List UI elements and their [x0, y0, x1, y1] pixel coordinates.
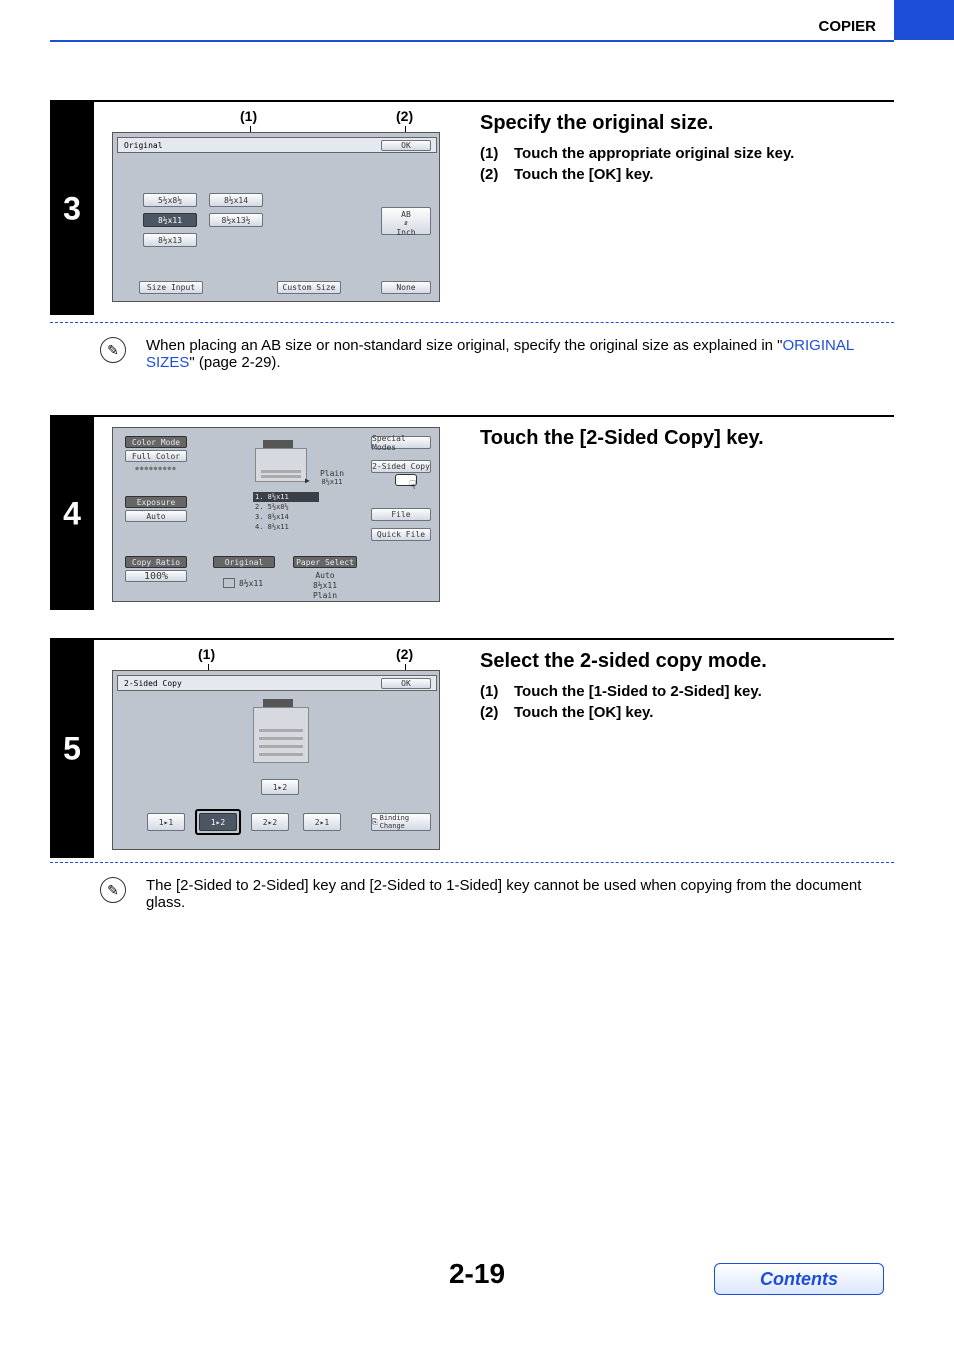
ab-label: AB	[382, 210, 430, 219]
note-text-5: The [2-Sided to 2-Sided] key and [2-Side…	[146, 877, 894, 911]
callout-2-label: (2)	[396, 108, 413, 124]
ab-button[interactable]: AB ⇵ Inch	[381, 207, 431, 235]
none-button[interactable]: None	[381, 281, 431, 294]
tray-1: 1. 8½x11	[253, 492, 319, 502]
instr-3-1-num: (1)	[480, 145, 502, 162]
cursor-finger-icon: ☟	[409, 478, 416, 492]
instr-5-1: Touch the [1-Sided to 2-Sided] key.	[514, 683, 762, 700]
color-dots: ●●●●●●●●●	[125, 464, 187, 472]
color-mode[interactable]: Color Mode	[125, 436, 187, 448]
size-input[interactable]: Size Input	[139, 281, 203, 294]
binding-change[interactable]: ⎘ Binding Change	[371, 813, 431, 831]
swap-icon: ⇵	[382, 219, 430, 228]
arrow-icon: ▶	[305, 476, 310, 485]
note-icon-5: ✎	[100, 877, 126, 903]
step5-note: ✎ The [2-Sided to 2-Sided] key and [2-Si…	[50, 862, 894, 911]
header-title: COPIER	[818, 18, 876, 35]
instr-3-1: Touch the appropriate original size key.	[514, 145, 794, 162]
step4-screen: Color Mode Full Color ●●●●●●●●● Exposure…	[112, 427, 440, 602]
original-btn[interactable]: Original	[213, 556, 275, 568]
mode-2-2[interactable]: 2▸2	[251, 813, 289, 831]
step5-instructions: Select the 2-sided copy mode. (1) Touch …	[480, 650, 894, 725]
binding-label: Binding Change	[380, 814, 430, 830]
ratio[interactable]: 100%	[125, 570, 187, 582]
step5-title: Select the 2-sided copy mode.	[480, 650, 894, 673]
tray-list: 1. 8½x11 2. 5½x8½ 3. 8½x14 4. 8½x11	[253, 492, 319, 532]
callout-1-label: (1)	[240, 108, 257, 124]
step3-instructions: Specify the original size. (1) Touch the…	[480, 112, 894, 187]
contents-button[interactable]: Contents	[714, 1263, 884, 1295]
printer-icon	[255, 440, 307, 486]
step4-instructions: Touch the [2-Sided Copy] key.	[480, 427, 894, 460]
special-modes[interactable]: Special Modes	[371, 436, 431, 449]
original-size: 8½x11	[239, 578, 279, 588]
instr-5-2-num: (2)	[480, 704, 502, 721]
paper-select[interactable]: Paper Select	[293, 556, 357, 568]
step-3-number: 3	[50, 190, 94, 227]
two-sided-copy[interactable]: 2-Sided Copy	[371, 460, 431, 473]
printer-icon-5	[253, 699, 309, 767]
exposure[interactable]: Exposure	[125, 496, 187, 508]
ok-button[interactable]: OK	[381, 140, 431, 151]
center-mode: 1▸2	[261, 779, 299, 795]
file-btn[interactable]: File	[371, 508, 431, 521]
tray-2: 2. 5½x8½	[253, 502, 319, 512]
quick-file-btn[interactable]: Quick File	[371, 528, 431, 541]
step-3: 3 (1) (2) Original OK 5½x8½ 8½x14 8½x11 …	[50, 100, 894, 315]
step5-screen: 2-Sided Copy OK 1▸2 1▸1 1▸2 2▸2 2▸1 ⎘ Bi…	[112, 670, 440, 850]
mode-1-2-highlight	[195, 809, 241, 835]
step4-title: Touch the [2-Sided Copy] key.	[480, 427, 894, 450]
step-4: 4 Color Mode Full Color ●●●●●●●●● Exposu…	[50, 415, 894, 610]
ok-5[interactable]: OK	[381, 678, 431, 689]
original-size-icon	[223, 578, 235, 588]
size-2[interactable]: 8½x14	[209, 193, 263, 207]
instr-3-2: Touch the [OK] key.	[514, 166, 653, 183]
size-5[interactable]: 8½x13	[143, 233, 197, 247]
ps-type: Plain	[293, 590, 357, 600]
step-4-number: 4	[50, 495, 94, 532]
side-tab	[894, 0, 954, 40]
plain-label: Plain	[315, 468, 349, 478]
step3-screen: Original OK 5½x8½ 8½x14 8½x11 8½x13½ 8½x…	[112, 132, 440, 302]
mode-1-1[interactable]: 1▸1	[147, 813, 185, 831]
tray-3: 3. 8½x14	[253, 512, 319, 522]
mode-2-1[interactable]: 2▸1	[303, 813, 341, 831]
note-text: When placing an AB size or non-standard …	[146, 337, 894, 371]
ps-auto: Auto	[293, 570, 357, 580]
callout-5-2-label: (2)	[396, 646, 413, 662]
header-rule	[50, 40, 894, 42]
custom-size[interactable]: Custom Size	[277, 281, 341, 294]
instr-5-2: Touch the [OK] key.	[514, 704, 653, 721]
full-color[interactable]: Full Color	[125, 450, 187, 462]
tray-4: 4. 8½x11	[253, 522, 319, 532]
instr-5-1-num: (1)	[480, 683, 502, 700]
plain-size: 8½x11	[315, 478, 349, 486]
step-5: 5 (1) (2) 2-Sided Copy OK 1▸2 1▸1 1▸2 2▸…	[50, 638, 894, 858]
size-4[interactable]: 8½x13½	[209, 213, 263, 227]
size-1[interactable]: 5½x8½	[143, 193, 197, 207]
inch-label: Inch	[382, 228, 430, 237]
note-icon: ✎	[100, 337, 126, 363]
callout-5-1-label: (1)	[198, 646, 215, 662]
size-3[interactable]: 8½x11	[143, 213, 197, 227]
instr-3-2-num: (2)	[480, 166, 502, 183]
copy-ratio[interactable]: Copy Ratio	[125, 556, 187, 568]
auto-exposure[interactable]: Auto	[125, 510, 187, 522]
step3-note: ✎ When placing an AB size or non-standar…	[50, 322, 894, 371]
binding-icon: ⎘	[372, 818, 378, 827]
step3-title: Specify the original size.	[480, 112, 894, 135]
step-5-number: 5	[50, 731, 94, 768]
ps-size: 8½x11	[293, 580, 357, 590]
